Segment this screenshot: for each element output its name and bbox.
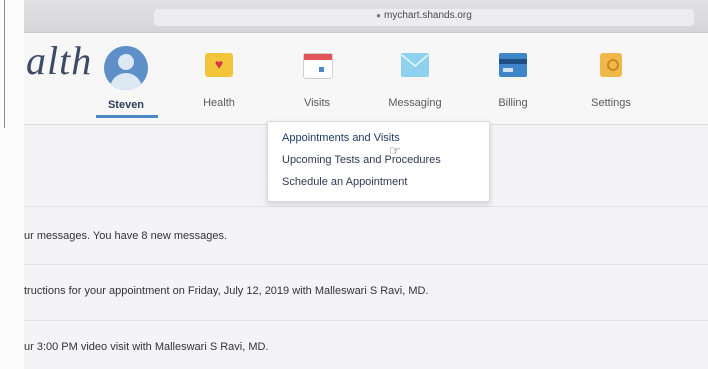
avatar[interactable] bbox=[104, 46, 148, 90]
browser-toolbar: ● mychart.shands.org bbox=[24, 0, 708, 33]
avatar-body bbox=[110, 73, 142, 90]
feed-row-text: tructions for your appointment on Friday… bbox=[24, 285, 429, 297]
visits-dropdown-menu: Appointments and Visits Upcoming Tests a… bbox=[267, 121, 490, 202]
calendar-icon bbox=[303, 53, 333, 79]
feed-row-text: ur 3:00 PM video visit with Malleswari S… bbox=[24, 341, 269, 353]
nav-billing[interactable]: Billing bbox=[468, 33, 558, 123]
top-navigation: alth Steven ♥ Health Visits Messaging Bi… bbox=[24, 33, 708, 125]
nav-billing-label: Billing bbox=[498, 97, 528, 109]
nav-settings[interactable]: Settings bbox=[566, 33, 656, 123]
address-text: ● mychart.shands.org bbox=[154, 10, 694, 21]
nav-health[interactable]: ♥ Health bbox=[174, 33, 264, 123]
nav-messaging[interactable]: Messaging bbox=[370, 33, 460, 123]
menu-item-appointments-and-visits[interactable]: Appointments and Visits bbox=[282, 132, 400, 144]
nav-health-label: Health bbox=[203, 97, 235, 109]
nav-settings-label: Settings bbox=[591, 97, 631, 109]
active-underline bbox=[96, 115, 158, 118]
menu-item-schedule-appointment[interactable]: Schedule an Appointment bbox=[282, 176, 407, 188]
avatar-head bbox=[118, 54, 134, 70]
message-feed: ur messages. You have 8 new messages. tr… bbox=[24, 206, 708, 369]
nav-messaging-label: Messaging bbox=[388, 97, 442, 109]
pointer-cursor-icon: ☞ bbox=[389, 143, 401, 158]
feed-row[interactable]: tructions for your appointment on Friday… bbox=[24, 264, 708, 319]
feed-row[interactable]: ur messages. You have 8 new messages. bbox=[24, 206, 708, 261]
envelope-icon bbox=[401, 53, 429, 77]
logo-text: alth bbox=[26, 38, 93, 83]
url-label: mychart.shands.org bbox=[384, 10, 472, 21]
lock-icon: ● bbox=[376, 11, 381, 20]
settings-icon bbox=[600, 53, 622, 77]
feed-row-text: ur messages. You have 8 new messages. bbox=[24, 230, 228, 242]
screen: ● mychart.shands.org alth Steven ♥ Health… bbox=[24, 0, 708, 369]
address-bar[interactable]: ● mychart.shands.org bbox=[154, 9, 694, 26]
feed-row[interactable]: ur 3:00 PM video visit with Malleswari S… bbox=[24, 320, 708, 369]
left-frame bbox=[0, 0, 24, 369]
heart-icon: ♥ bbox=[205, 53, 233, 77]
nav-visits-label: Visits bbox=[303, 97, 331, 109]
nav-visits[interactable]: Visits bbox=[272, 33, 362, 123]
credit-card-icon bbox=[499, 53, 527, 77]
frame-divider bbox=[4, 0, 5, 128]
user-name[interactable]: Steven bbox=[94, 99, 158, 111]
menu-item-upcoming-tests[interactable]: Upcoming Tests and Procedures bbox=[282, 154, 441, 166]
